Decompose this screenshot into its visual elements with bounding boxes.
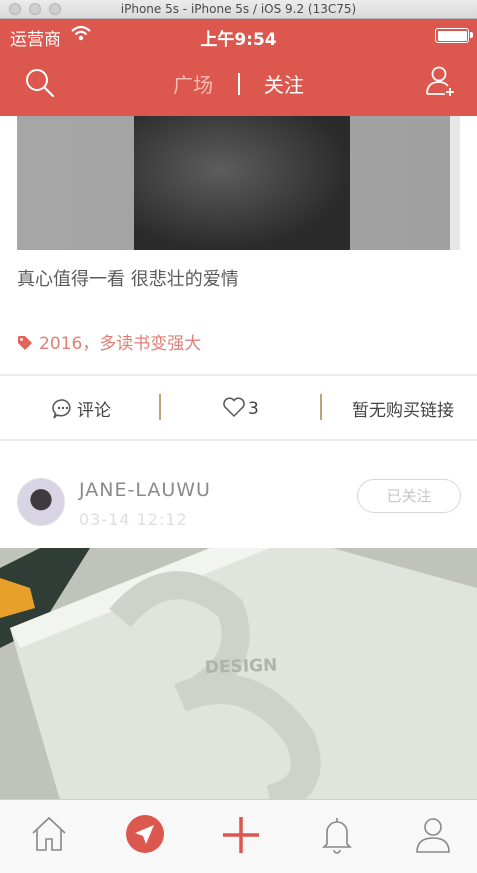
- tab-bar: [0, 799, 477, 873]
- tab-square[interactable]: 广场: [173, 69, 213, 98]
- plus-icon[interactable]: [219, 812, 263, 856]
- avatar[interactable]: [17, 478, 65, 526]
- buy-link[interactable]: 暂无购买链接: [352, 396, 454, 421]
- home-icon[interactable]: [27, 812, 71, 856]
- simulator-title-bar: iPhone 5s - iPhone 5s / iOS 9.2 (13C75): [0, 0, 477, 19]
- post-tag-label: 2016，多读书变强大: [39, 334, 202, 354]
- status-bar: 运营商 上午9:54: [0, 19, 477, 51]
- nav-tab-divider: [237, 73, 240, 95]
- add-user-icon[interactable]: [423, 63, 459, 99]
- post-time: 03-14 12:12: [79, 510, 188, 529]
- post-image-photo: [134, 116, 350, 250]
- simulator-title: iPhone 5s - iPhone 5s / iOS 9.2 (13C75): [120, 2, 357, 16]
- post-image[interactable]: [17, 116, 460, 250]
- app-header: 运营商 上午9:54 广场 关注: [0, 19, 477, 116]
- post-image-edge: [450, 116, 460, 250]
- action-divider: [159, 394, 161, 420]
- comment-label: 评论: [77, 401, 111, 421]
- divider: [0, 439, 477, 441]
- send-icon[interactable]: [123, 812, 167, 856]
- like-button[interactable]: 3: [222, 396, 259, 419]
- tab-following[interactable]: 关注: [264, 69, 304, 98]
- image-caption: DESIGN: [204, 655, 277, 678]
- post-tag[interactable]: 2016，多读书变强大: [17, 329, 201, 354]
- post-actions: 评论 3 暂无购买链接: [0, 378, 477, 438]
- tag-icon: [18, 336, 32, 350]
- comment-button[interactable]: 评论: [52, 396, 111, 421]
- bell-icon[interactable]: [315, 812, 359, 856]
- comment-icon: [52, 399, 71, 419]
- post-author-row: JANE-LAUWU 03-14 12:12 已关注: [0, 462, 477, 548]
- heart-icon: [223, 397, 245, 418]
- post-title[interactable]: 真心值得一看 很悲壮的爱情: [17, 265, 239, 291]
- navigation-bar: 广场 关注: [0, 51, 477, 116]
- post-image-photo: DESIGN: [0, 548, 477, 800]
- action-divider: [320, 394, 322, 420]
- like-count: 3: [248, 399, 259, 419]
- author-name[interactable]: JANE-LAUWU: [79, 479, 211, 501]
- battery-icon: [435, 28, 473, 43]
- follow-button[interactable]: 已关注: [357, 479, 461, 513]
- status-time: 上午9:54: [200, 30, 277, 50]
- profile-icon[interactable]: [411, 812, 455, 856]
- post-image[interactable]: DESIGN: [0, 548, 477, 800]
- nav-tabs: 广场 关注: [0, 69, 477, 98]
- divider: [0, 374, 477, 376]
